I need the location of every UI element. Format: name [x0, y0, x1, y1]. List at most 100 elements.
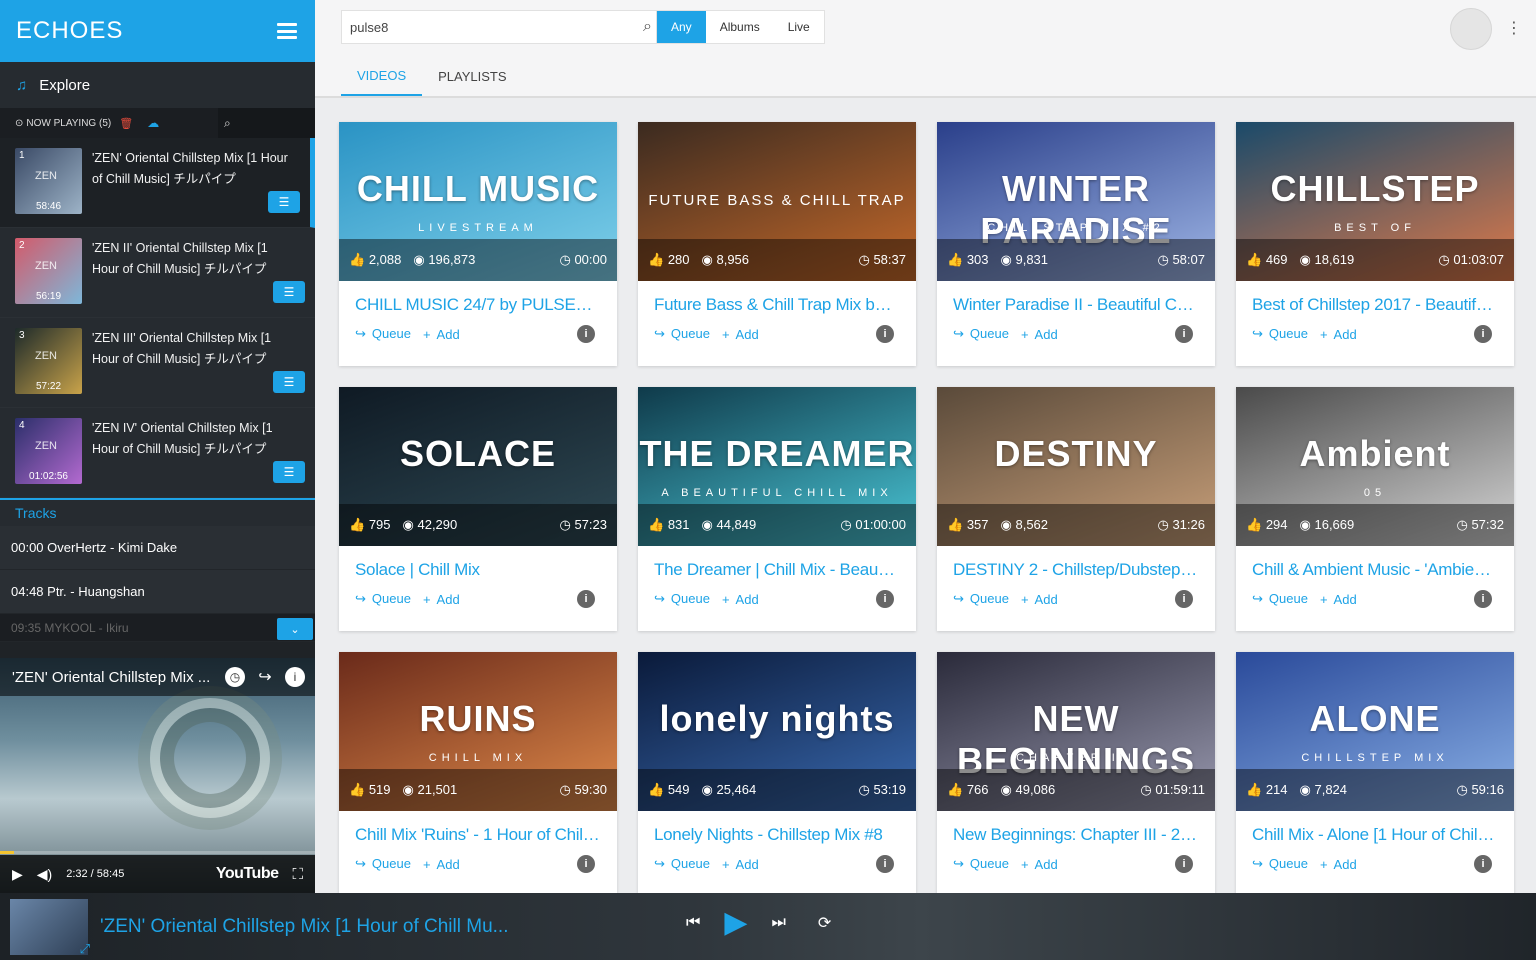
add-button[interactable]: + Add [1021, 327, 1064, 342]
video-thumbnail[interactable]: NEW BEGINNINGS CHAPTER III 👍 766 ◉ 49,086 ◷ … [937, 652, 1215, 811]
video-thumbnail[interactable]: WINTER PARADISE CHILLSTEP MIX #2 👍 303 ◉ 9,… [937, 122, 1215, 281]
queue-button[interactable]: ↪ Queue [654, 856, 716, 872]
add-button[interactable]: + Add [1021, 857, 1064, 872]
video-thumbnail[interactable]: Ambient 05 👍 294 ◉ 16,669 ◷ 57:32 [1236, 387, 1514, 546]
video-card[interactable]: WINTER PARADISE CHILLSTEP MIX #2 👍 303 ◉ 9,… [937, 122, 1215, 366]
info-icon[interactable]: i [876, 855, 894, 873]
video-card[interactable]: RUINS CHILL MIX 👍 519 ◉ 21,501 ◷ 59:30 Chill … [339, 652, 617, 896]
add-button[interactable]: + Add [722, 857, 765, 872]
queue-button[interactable]: ↪ Queue [953, 326, 1015, 342]
expand-icon[interactable]: ⤢ [80, 941, 90, 957]
video-title[interactable]: Best of Chillstep 2017 - Beautiful Chill… [1252, 295, 1497, 315]
video-thumbnail[interactable]: CHILLSTEP BEST OF 👍 469 ◉ 18,619 ◷ 01:03:07 [1236, 122, 1514, 281]
video-title[interactable]: Winter Paradise II - Beautiful Chillste.… [953, 295, 1198, 315]
add-button[interactable]: + Add [423, 857, 466, 872]
info-icon[interactable]: i [1474, 325, 1492, 343]
video-card[interactable]: SOLACE 👍 795 ◉ 42,290 ◷ 57:23 Solace | Chill… [339, 387, 617, 631]
video-thumbnail[interactable]: FUTURE BASS & CHILL TRAP 👍 280 ◉ 8,956 ◷ 58… [638, 122, 916, 281]
filter-live[interactable]: Live [774, 11, 824, 43]
info-icon[interactable]: i [876, 325, 894, 343]
previous-icon[interactable]: ⏮ [686, 914, 700, 932]
queue-button[interactable]: ↪ Queue [355, 591, 417, 607]
video-card[interactable]: lonely nights 👍 549 ◉ 25,464 ◷ 53:19 Lonely … [638, 652, 916, 896]
list-icon[interactable]: ☰ [273, 281, 305, 303]
playlist-thumb[interactable]: 4 ZEN 01:02:56 [15, 418, 82, 484]
video-title[interactable]: Chill Mix 'Ruins' - 1 Hour of Chill Out … [355, 825, 600, 845]
list-icon[interactable]: ☰ [273, 371, 305, 393]
now-playing-thumb[interactable]: ⤢ [10, 898, 90, 957]
explore-nav[interactable]: ♫ Explore [0, 62, 315, 108]
add-button[interactable]: + Add [1320, 327, 1363, 342]
video-title[interactable]: Solace | Chill Mix [355, 560, 600, 580]
video-thumbnail[interactable]: THE DREAMER A BEAUTIFUL CHILL MIX 👍 831 ◉ 4… [638, 387, 916, 546]
video-card[interactable]: FUTURE BASS & CHILL TRAP 👍 280 ◉ 8,956 ◷ 58… [638, 122, 916, 366]
video-card[interactable]: CHILL MUSIC LIVESTREAM 👍 2,088 ◉ 196,873 ◷ 0… [339, 122, 617, 366]
info-icon[interactable]: i [1175, 325, 1193, 343]
video-card[interactable]: CHILLSTEP BEST OF 👍 469 ◉ 18,619 ◷ 01:03:07 B… [1236, 122, 1514, 366]
search-icon[interactable]: ⌕ [643, 18, 652, 36]
volume-icon[interactable]: ◀) [37, 866, 52, 883]
filter-any[interactable]: Any [657, 11, 706, 43]
video-title[interactable]: The Dreamer | Chill Mix - Beautiful C... [654, 560, 899, 580]
add-button[interactable]: + Add [423, 327, 466, 342]
kebab-menu-icon[interactable]: ⋮ [1506, 18, 1522, 38]
video-card[interactable]: NEW BEGINNINGS CHAPTER III 👍 766 ◉ 49,086 ◷ … [937, 652, 1215, 896]
fullscreen-icon[interactable]: ⛶ [292, 866, 303, 883]
info-icon[interactable]: i [285, 667, 305, 687]
info-icon[interactable]: i [1175, 590, 1193, 608]
video-card[interactable]: DESTINY 👍 357 ◉ 8,562 ◷ 31:26 DESTINY 2 - Ch… [937, 387, 1215, 631]
video-card[interactable]: THE DREAMER A BEAUTIFUL CHILL MIX 👍 831 ◉ 4… [638, 387, 916, 631]
video-title[interactable]: CHILL MUSIC 24/7 by PULSE8 [QHD] ... [355, 295, 600, 315]
video-thumbnail[interactable]: CHILL MUSIC LIVESTREAM 👍 2,088 ◉ 196,873 ◷ 0… [339, 122, 617, 281]
video-title[interactable]: Chill Mix - Alone [1 Hour of Chill Out .… [1252, 825, 1497, 845]
playlist-thumb[interactable]: 2 ZEN 56:19 [15, 238, 82, 304]
add-button[interactable]: + Add [423, 592, 466, 607]
video-card[interactable]: ALONE CHILLSTEP MIX 👍 214 ◉ 7,824 ◷ 59:16 Chi… [1236, 652, 1514, 896]
info-icon[interactable]: i [1474, 855, 1492, 873]
queue-button[interactable]: ↪ Queue [654, 591, 716, 607]
add-button[interactable]: + Add [722, 327, 765, 342]
queue-button[interactable]: ↪ Queue [654, 326, 716, 342]
queue-button[interactable]: ↪ Queue [953, 591, 1015, 607]
video-title[interactable]: New Beginnings: Chapter III - 2 Hour ... [953, 825, 1198, 845]
tab-playlists[interactable]: PLAYLISTS [422, 56, 522, 96]
now-playing-title[interactable]: 'ZEN' Oriental Chillstep Mix [1 Hour of … [100, 916, 508, 938]
info-icon[interactable]: i [577, 855, 595, 873]
playlist-thumb[interactable]: 3 ZEN 57:22 [15, 328, 82, 394]
next-icon[interactable]: ⏭ [771, 914, 785, 932]
video-card[interactable]: Ambient 05 👍 294 ◉ 16,669 ◷ 57:32 Chill & Amb… [1236, 387, 1514, 631]
search-input[interactable] [350, 19, 644, 35]
tab-videos[interactable]: VIDEOS [341, 56, 423, 96]
info-icon[interactable]: i [577, 325, 595, 343]
playlist-item[interactable]: 2 ZEN 56:19 'ZEN II' Oriental Chillstep Mix… [0, 228, 315, 318]
queue-button[interactable]: ↪ Queue [1252, 326, 1314, 342]
playlist-item[interactable]: 1 ZEN 58:46 'ZEN' Oriental Chillstep Mix [1… [0, 138, 315, 228]
add-button[interactable]: + Add [1320, 592, 1363, 607]
video-title[interactable]: Lonely Nights - Chillstep Mix #8 [654, 825, 899, 845]
list-icon[interactable]: ☰ [268, 191, 300, 213]
video-progress[interactable] [0, 851, 315, 854]
app-logo[interactable]: ECHOES [16, 17, 123, 45]
video-title[interactable]: 'ZEN' Oriental Chillstep Mix ... [12, 669, 215, 686]
playlist-thumb[interactable]: 1 ZEN 58:46 [15, 148, 82, 214]
video-thumbnail[interactable]: lonely nights 👍 549 ◉ 25,464 ◷ 53:19 [638, 652, 916, 811]
add-button[interactable]: + Add [722, 592, 765, 607]
share-icon[interactable]: ↪ [255, 667, 275, 687]
play-icon[interactable]: ▶ [12, 866, 23, 883]
info-icon[interactable]: i [876, 590, 894, 608]
video-thumbnail[interactable]: RUINS CHILL MIX 👍 519 ◉ 21,501 ◷ 59:30 [339, 652, 617, 811]
playlist-item[interactable]: 3 ZEN 57:22 'ZEN III' Oriental Chillstep Mi… [0, 318, 315, 408]
clock-icon[interactable]: ◷ [225, 667, 245, 687]
info-icon[interactable]: i [1175, 855, 1193, 873]
queue-button[interactable]: ↪ Queue [1252, 856, 1314, 872]
video-title[interactable]: Chill & Ambient Music - 'Ambient 05' ... [1252, 560, 1497, 580]
add-button[interactable]: + Add [1021, 592, 1064, 607]
track-item-faded[interactable]: 09:35 MYKOOL - Ikiru ⌄ [0, 614, 315, 642]
info-icon[interactable]: i [577, 590, 595, 608]
queue-button[interactable]: ↪ Queue [1252, 591, 1314, 607]
info-icon[interactable]: i [1474, 590, 1492, 608]
queue-button[interactable]: ↪ Queue [953, 856, 1015, 872]
video-thumbnail[interactable]: DESTINY 👍 357 ◉ 8,562 ◷ 31:26 [937, 387, 1215, 546]
list-icon[interactable]: ☰ [273, 461, 305, 483]
filter-albums[interactable]: Albums [706, 11, 774, 43]
